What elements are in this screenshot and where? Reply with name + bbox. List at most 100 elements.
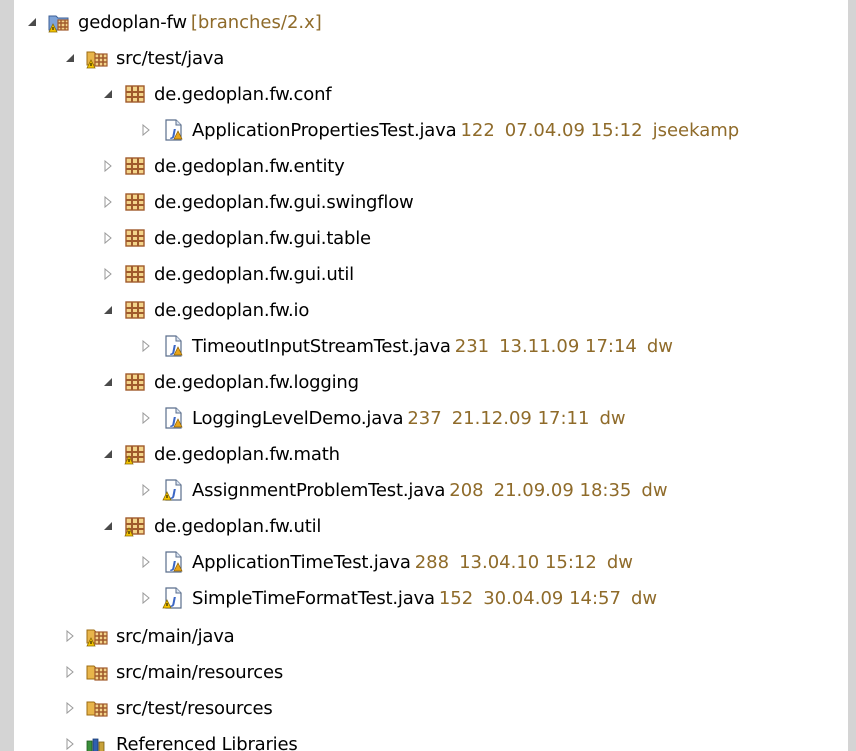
triangle-collapsed-icon[interactable]	[138, 590, 154, 606]
source-folder-icon	[86, 625, 108, 647]
triangle-expanded-icon[interactable]	[100, 86, 116, 102]
tree-row-pkg-conf[interactable]: de.gedoplan.fw.conf	[14, 76, 856, 112]
tree-row-pkg-util[interactable]: de.gedoplan.fw.util	[14, 508, 856, 544]
triangle-collapsed-icon[interactable]	[62, 700, 78, 716]
java-file-icon	[162, 119, 184, 141]
tree-row-pkg-logging[interactable]: de.gedoplan.fw.logging	[14, 364, 856, 400]
tree-row-project[interactable]: gedoplan-fw [branches/2.x]	[14, 4, 856, 40]
file-decoration: 237 21.12.09 17:11 dw	[407, 408, 625, 429]
file-date: 21.12.09 17:11	[451, 407, 590, 429]
tree-row-pkg-guiutil[interactable]: de.gedoplan.fw.gui.util	[14, 256, 856, 292]
tree-row-src-test-java[interactable]: src/test/java	[14, 40, 856, 76]
triangle-expanded-icon[interactable]	[100, 374, 116, 390]
file-name: SimpleTimeFormatTest.java	[192, 587, 435, 609]
java-file-icon	[162, 335, 184, 357]
tree-row-file-logging[interactable]: LoggingLevelDemo.java 237 21.12.09 17:11 d…	[14, 400, 856, 436]
package-name: de.gedoplan.fw.gui.util	[154, 263, 354, 285]
package-name: de.gedoplan.fw.math	[154, 443, 340, 465]
package-name: de.gedoplan.fw.util	[154, 515, 322, 537]
package-icon	[124, 299, 146, 321]
tree-row-src-test-resources[interactable]: src/test/resources	[14, 690, 856, 726]
folder-name: src/main/resources	[116, 661, 284, 683]
library-icon	[86, 733, 108, 751]
triangle-collapsed-icon[interactable]	[100, 194, 116, 210]
package-name: de.gedoplan.fw.entity	[154, 155, 345, 177]
tree-row-file-simpletime[interactable]: SimpleTimeFormatTest.java 152 30.04.09 14…	[14, 580, 856, 616]
package-icon	[124, 263, 146, 285]
tree-row-file-app-props[interactable]: ApplicationPropertiesTest.java 122 07.04.…	[14, 112, 856, 148]
triangle-expanded-icon[interactable]	[100, 302, 116, 318]
file-name: ApplicationTimeTest.java	[192, 551, 411, 573]
file-rev: 122	[460, 119, 495, 141]
package-icon	[124, 155, 146, 177]
triangle-collapsed-icon[interactable]	[62, 736, 78, 751]
package-name: de.gedoplan.fw.logging	[154, 371, 359, 393]
triangle-collapsed-icon[interactable]	[138, 338, 154, 354]
tree-row-file-apptime[interactable]: ApplicationTimeTest.java 288 13.04.10 15:…	[14, 544, 856, 580]
triangle-collapsed-icon[interactable]	[138, 410, 154, 426]
package-warning-icon	[124, 515, 146, 537]
file-author: dw	[599, 407, 626, 429]
library-name: Referenced Libraries	[116, 733, 298, 751]
java-file-warning-icon	[162, 587, 184, 609]
java-file-icon	[162, 551, 184, 573]
file-rev: 231	[454, 335, 490, 357]
java-file-warning-icon	[162, 479, 184, 501]
file-rev: 152	[438, 587, 474, 609]
tree-row-file-assign[interactable]: AssignmentProblemTest.java 208 21.09.09 1…	[14, 472, 856, 508]
triangle-collapsed-icon[interactable]	[62, 664, 78, 680]
package-icon	[124, 191, 146, 213]
java-file-icon	[162, 407, 184, 429]
file-rev: 237	[407, 407, 442, 429]
triangle-expanded-icon[interactable]	[100, 446, 116, 462]
tree-row-pkg-io[interactable]: de.gedoplan.fw.io	[14, 292, 856, 328]
file-date: 13.11.09 17:14	[499, 335, 637, 357]
source-folder-icon	[86, 47, 108, 69]
tree-row-pkg-entity[interactable]: de.gedoplan.fw.entity	[14, 148, 856, 184]
folder-name: src/main/java	[116, 625, 235, 647]
file-name: TimeoutInputStreamTest.java	[192, 335, 451, 357]
package-icon	[124, 371, 146, 393]
package-explorer-tree[interactable]: gedoplan-fw [branches/2.x] src/test/java…	[14, 0, 856, 751]
tree-row-referenced-libraries[interactable]: Referenced Libraries	[14, 726, 856, 751]
tree-row-pkg-swingflow[interactable]: de.gedoplan.fw.gui.swingflow	[14, 184, 856, 220]
project-decoration: [branches/2.x]	[190, 11, 322, 33]
file-decoration: 231 13.11.09 17:14 dw	[455, 336, 673, 357]
file-author: dw	[646, 335, 674, 357]
package-icon	[124, 227, 146, 249]
triangle-expanded-icon[interactable]	[62, 50, 78, 66]
triangle-collapsed-icon[interactable]	[138, 482, 154, 498]
file-name: AssignmentProblemTest.java	[192, 479, 446, 501]
folder-name: src/test/resources	[116, 697, 273, 719]
svn-project-icon	[48, 11, 70, 33]
file-author: dw	[606, 551, 633, 573]
file-rev: 288	[414, 551, 450, 573]
triangle-expanded-icon[interactable]	[100, 518, 116, 534]
package-name: de.gedoplan.fw.conf	[154, 83, 332, 105]
tree-row-file-timeout[interactable]: TimeoutInputStreamTest.java 231 13.11.09 …	[14, 328, 856, 364]
triangle-collapsed-icon[interactable]	[138, 122, 154, 138]
triangle-collapsed-icon[interactable]	[100, 266, 116, 282]
triangle-collapsed-icon[interactable]	[138, 554, 154, 570]
folder-name: src/test/java	[116, 47, 225, 69]
package-name: de.gedoplan.fw.io	[154, 299, 310, 321]
triangle-expanded-icon[interactable]	[24, 14, 40, 30]
tree-row-pkg-math[interactable]: de.gedoplan.fw.math	[14, 436, 856, 472]
file-name: ApplicationPropertiesTest.java	[192, 119, 457, 141]
tree-row-src-main-java[interactable]: src/main/java	[14, 618, 856, 654]
package-icon	[124, 83, 146, 105]
file-date: 30.04.09 14:57	[483, 587, 621, 609]
package-name: de.gedoplan.fw.gui.swingflow	[154, 191, 414, 213]
tree-row-src-main-resources[interactable]: src/main/resources	[14, 654, 856, 690]
file-decoration: 208 21.09.09 18:35 dw	[449, 480, 667, 501]
resource-folder-icon	[86, 697, 108, 719]
project-name: gedoplan-fw	[78, 11, 187, 33]
file-date: 13.04.10 15:12	[459, 551, 597, 573]
triangle-collapsed-icon[interactable]	[100, 230, 116, 246]
package-name: de.gedoplan.fw.gui.table	[154, 227, 371, 249]
file-author: dw	[641, 479, 668, 501]
tree-row-pkg-table[interactable]: de.gedoplan.fw.gui.table	[14, 220, 856, 256]
file-rev: 208	[449, 479, 484, 501]
triangle-collapsed-icon[interactable]	[62, 628, 78, 644]
triangle-collapsed-icon[interactable]	[100, 158, 116, 174]
